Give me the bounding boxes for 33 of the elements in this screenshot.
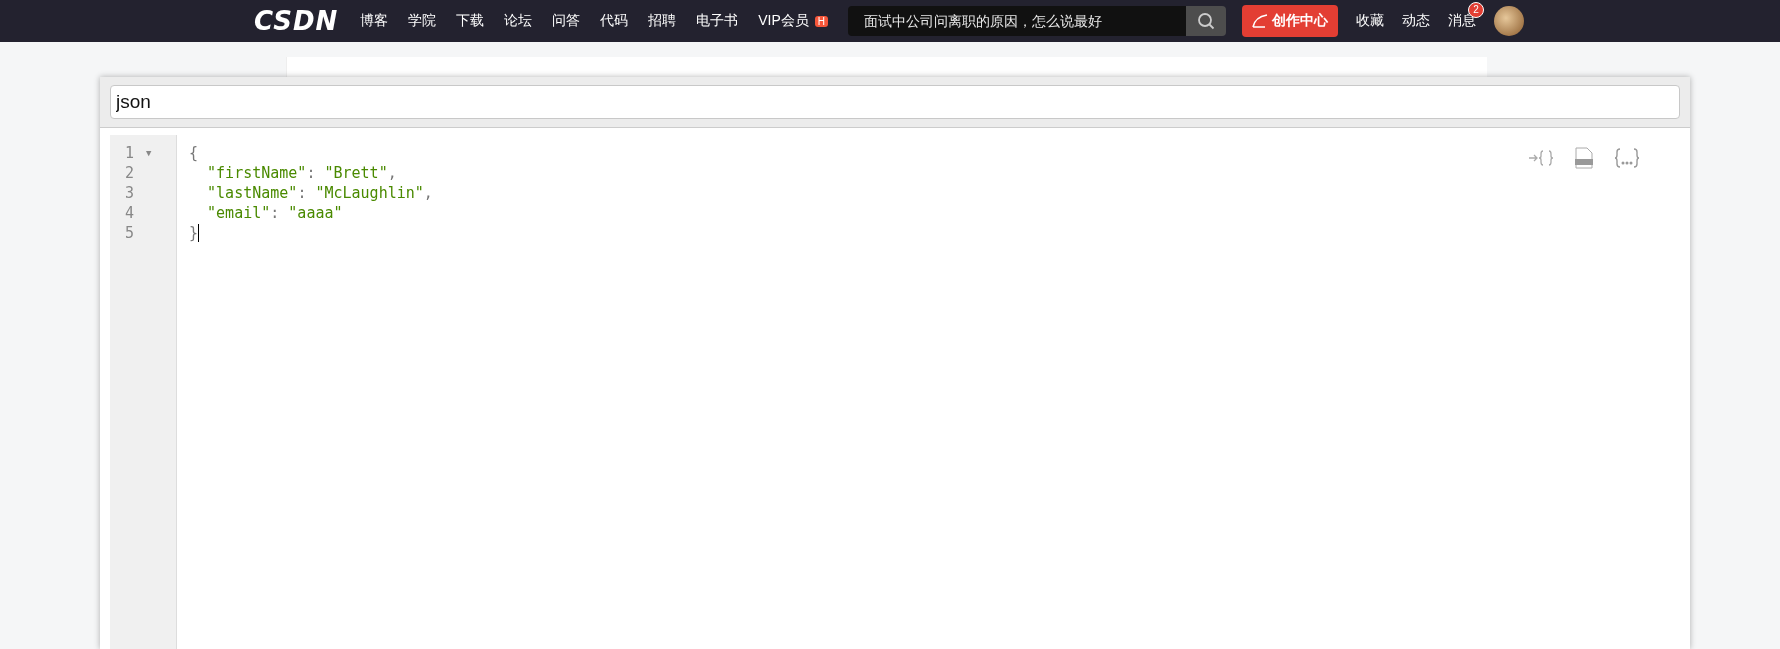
search-button[interactable] — [1186, 6, 1227, 36]
nav-link[interactable]: 招聘 — [648, 12, 677, 30]
nav-link[interactable]: 电子书 — [696, 12, 739, 30]
avatar[interactable] — [1494, 6, 1525, 36]
nav-link[interactable]: 下载 — [456, 12, 485, 30]
nav-link[interactable]: 动态 — [1402, 12, 1431, 30]
code-line: "lastName": "McLaughlin", — [206, 184, 433, 202]
json-file-icon[interactable] — [1574, 147, 1594, 169]
title-field[interactable]: json — [110, 85, 1680, 119]
line-number: 2 — [123, 164, 134, 182]
line-number: 1 — [123, 144, 134, 162]
format-icon[interactable] — [1614, 148, 1640, 168]
line-number: 3 — [123, 184, 134, 202]
nav-link[interactable]: VIP会员 H — [758, 12, 829, 30]
create-button[interactable]: 创作中心 — [1242, 5, 1339, 37]
nav-link[interactable]: 收藏 — [1356, 12, 1385, 30]
line-number: 5 — [123, 224, 134, 242]
pen-icon — [1252, 14, 1269, 28]
nav-link[interactable]: 代码 — [600, 12, 629, 30]
search-field[interactable]: 面试中公司问离职的原因，怎么说最好 — [848, 6, 1187, 36]
code-line: "email": "aaaa" — [206, 204, 343, 222]
line-number: 4 — [123, 204, 134, 222]
nav-link[interactable]: 问答 — [552, 12, 581, 30]
code-line: { — [189, 144, 199, 162]
code-line: } — [189, 224, 199, 242]
search-icon — [1197, 12, 1216, 30]
nav-link[interactable]: 博客 — [360, 12, 389, 30]
logo[interactable]: CSDN — [254, 6, 339, 36]
nav-link[interactable]: 论坛 — [504, 12, 533, 30]
nav-link[interactable]: 学院 — [408, 12, 437, 30]
code-editor[interactable]: 1 ▼ 2 3 4 5 { "firstName": "Brett", "lastName": "McLaughlin", "email": "aaaa" } — [110, 135, 1680, 649]
compact-icon[interactable] — [1528, 149, 1554, 167]
code-line: "firstName": "Brett", — [206, 164, 397, 182]
